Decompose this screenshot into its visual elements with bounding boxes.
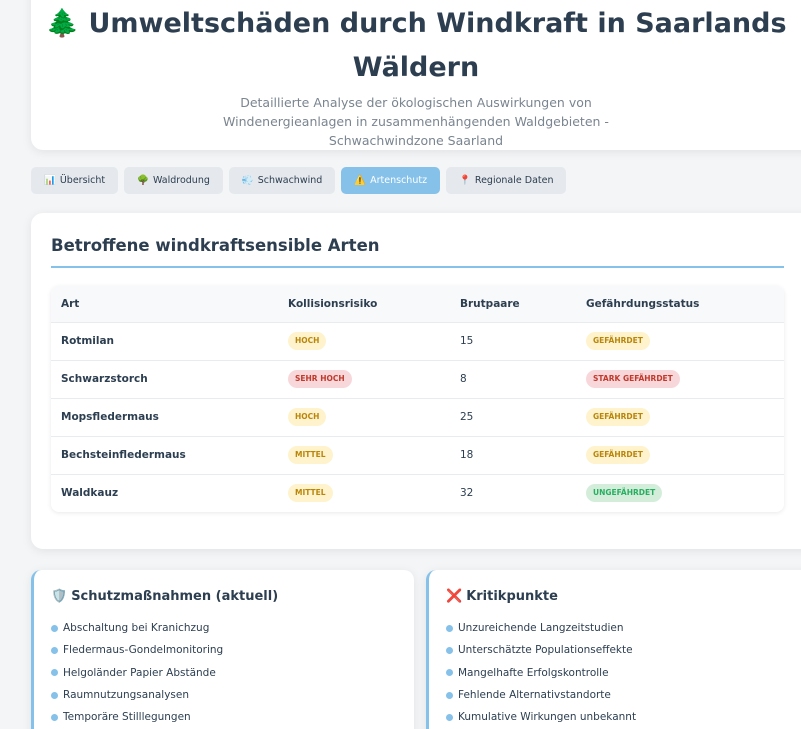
- list-item-text: Unzureichende Langzeitstudien: [458, 622, 624, 635]
- species-name: Bechsteinfledermaus: [51, 436, 278, 475]
- breeding-pairs: 32: [460, 487, 474, 500]
- criticism-title: ❌ Kritikpunkte: [446, 589, 558, 604]
- status-badge: Ungefährdet: [586, 484, 663, 503]
- species-name: Waldkauz: [61, 487, 119, 500]
- warning-icon: ⚠️: [354, 175, 367, 186]
- protection-title: 🛡️ Schutzmaßnahmen (aktuell): [51, 589, 278, 604]
- table-header-row: Art Kollisionsrisiko Brutpaare Gefährdun…: [51, 286, 784, 323]
- tree-icon: 🌲: [45, 8, 80, 39]
- species-name: Rotmilan: [51, 322, 278, 361]
- species-heading: Betroffene windkraftsensible Arten: [51, 236, 784, 268]
- tab-regionale-daten[interactable]: 📍 Regionale Daten: [446, 167, 567, 194]
- bullet-icon: [446, 713, 453, 721]
- risk-badge: Mittel: [288, 446, 333, 464]
- list-item: Temporäre Stilllegungen: [51, 706, 223, 728]
- list-item: Fehlende Alternativstandorte: [446, 684, 636, 706]
- column-header-art: Art: [51, 286, 278, 323]
- wind-icon: 💨: [241, 175, 254, 186]
- bullet-icon: [51, 669, 58, 677]
- bullet-icon: [51, 624, 58, 632]
- tab-label: Schwachwind: [257, 175, 323, 186]
- page-title: 🌲 Umweltschäden durch Windkraft in Saarl…: [31, 2, 801, 90]
- status-badge: Gefährdet: [586, 332, 650, 350]
- table-row: Mopsfledermaus Hoch 25 Gefährdet: [51, 398, 784, 437]
- status-badge: Gefährdet: [586, 446, 650, 464]
- list-item-text: Mangelhafte Erfolgskontrolle: [458, 666, 609, 679]
- species-name: Schwarzstorch: [51, 360, 278, 399]
- list-item-text: Raumnutzungsanalysen: [63, 689, 190, 702]
- species-table: Art Kollisionsrisiko Brutpaare Gefährdun…: [51, 286, 784, 512]
- risk-badge: Mittel: [288, 484, 333, 503]
- list-item-text: Temporäre Stilllegungen: [63, 711, 191, 724]
- list-item-text: Abschaltung bei Kranichzug: [63, 622, 210, 635]
- tab-waldrodung[interactable]: 🌳 Waldrodung: [124, 167, 223, 194]
- species-name: Mopsfledermaus: [51, 398, 278, 437]
- breeding-pairs: 18: [450, 436, 576, 475]
- list-item: Kumulative Wirkungen unbekannt: [446, 706, 636, 728]
- shield-icon: 🛡️: [51, 589, 68, 604]
- list-item-text: Kumulative Wirkungen unbekannt: [458, 711, 637, 724]
- list-item: Unzureichende Langzeitstudien: [446, 617, 636, 639]
- list-item-text: Fehlende Alternativstandorte: [458, 689, 611, 702]
- column-header-pairs: Brutpaare: [450, 286, 576, 323]
- list-item: Fledermaus-Gondelmonitoring: [51, 639, 223, 661]
- bullet-icon: [51, 646, 58, 654]
- tab-schwachwind[interactable]: 💨 Schwachwind: [228, 167, 336, 194]
- list-item: Raumnutzungsanalysen: [51, 684, 223, 706]
- breeding-pairs: 15: [450, 322, 576, 361]
- risk-badge: Hoch: [288, 332, 327, 350]
- page-title-text: Umweltschäden durch Windkraft in Saarlan…: [88, 8, 787, 83]
- bullet-icon: [446, 646, 453, 654]
- criticism-title-text: Kritikpunkte: [466, 589, 558, 604]
- protection-panel: 🛡️ Schutzmaßnahmen (aktuell) Abschaltung…: [31, 570, 414, 729]
- list-item-text: Unterschätzte Populationseffekte: [458, 644, 633, 657]
- bullet-icon: [51, 691, 58, 699]
- bullet-icon: [446, 691, 453, 699]
- status-badge: Gefährdet: [586, 408, 650, 426]
- tab-artenschutz[interactable]: ⚠️ Artenschutz: [341, 167, 441, 194]
- tab-uebersicht[interactable]: 📊 Übersicht: [31, 167, 119, 194]
- tab-label: Artenschutz: [370, 175, 428, 186]
- cross-icon: ❌: [446, 589, 463, 604]
- column-header-status: Gefährdungsstatus: [576, 286, 784, 323]
- criticism-list: Unzureichende Langzeitstudien Unterschät…: [446, 617, 636, 728]
- breeding-pairs: 25: [450, 398, 576, 437]
- list-item-text: Fledermaus-Gondelmonitoring: [63, 644, 224, 657]
- page-header: 🌲 Umweltschäden durch Windkraft in Saarl…: [31, 0, 801, 150]
- bullet-icon: [446, 624, 453, 632]
- list-item: Mangelhafte Erfolgskontrolle: [446, 662, 636, 684]
- table-row: Waldkauz Mittel 32 Ungefährdet: [51, 474, 784, 512]
- protection-title-text: Schutzmaßnahmen (aktuell): [71, 589, 279, 604]
- column-header-risk: Kollisionsrisiko: [278, 286, 450, 323]
- tab-bar: 📊 Übersicht 🌳 Waldrodung 💨 Schwachwind ⚠…: [31, 167, 567, 194]
- risk-badge: Hoch: [288, 408, 327, 426]
- tab-label: Waldrodung: [152, 175, 210, 186]
- table-row: Bechsteinfledermaus Mittel 18 Gefährdet: [51, 436, 784, 475]
- bullet-icon: [446, 669, 453, 677]
- page-subtitle: Detaillierte Analyse der ökologischen Au…: [223, 95, 609, 148]
- criticism-panel: ❌ Kritikpunkte Unzureichende Langzeitstu…: [426, 570, 801, 729]
- breeding-pairs: 8: [450, 360, 576, 399]
- bullet-icon: [51, 713, 58, 721]
- protection-list: Abschaltung bei Kranichzug Fledermaus-Go…: [51, 617, 223, 728]
- status-badge: Stark gefährdet: [586, 370, 680, 388]
- list-item: Abschaltung bei Kranichzug: [51, 617, 223, 639]
- pin-icon: 📍: [459, 175, 471, 186]
- chart-icon: 📊: [44, 175, 56, 186]
- list-item-text: Helgoländer Papier Abstände: [63, 666, 216, 679]
- tree-icon: 🌳: [137, 175, 149, 186]
- table-row: Schwarzstorch Sehr hoch 8 Stark gefährde…: [51, 360, 784, 399]
- species-card: Betroffene windkraftsensible Arten Art K…: [31, 213, 801, 549]
- risk-badge: Sehr hoch: [288, 370, 352, 388]
- list-item: Unterschätzte Populationseffekte: [446, 639, 636, 661]
- list-item: Helgoländer Papier Abstände: [51, 662, 223, 684]
- tab-label: Übersicht: [59, 175, 106, 186]
- table-row: Rotmilan Hoch 15 Gefährdet: [51, 322, 784, 361]
- tab-label: Regionale Daten: [474, 175, 554, 186]
